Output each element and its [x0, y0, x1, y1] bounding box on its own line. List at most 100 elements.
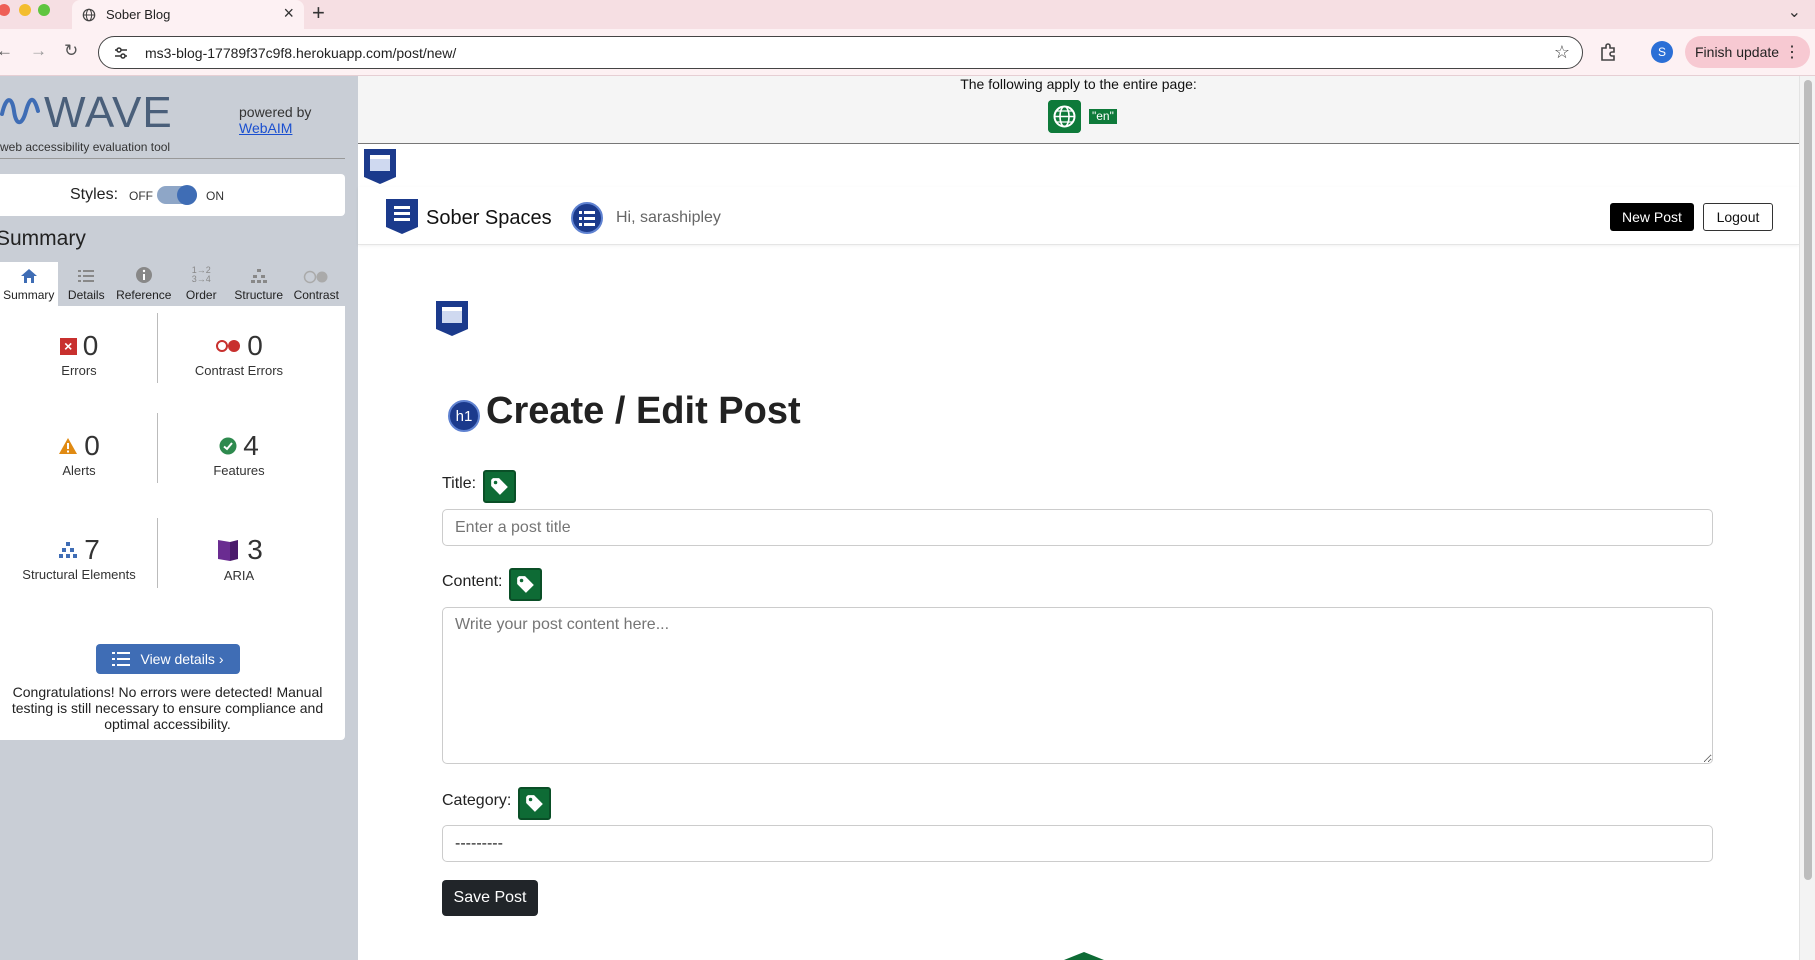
- label-tag-icon[interactable]: [509, 568, 542, 601]
- label-tag-icon[interactable]: [518, 787, 551, 820]
- summary-panel: × 0 Errors 0 Contrast Errors 0 Alerts 4: [0, 306, 345, 740]
- user-greeting: Hi, sarashipley: [616, 209, 721, 226]
- tab-title: Sober Blog: [106, 7, 171, 22]
- styles-label: Styles:: [70, 186, 119, 203]
- brand-link[interactable]: Sober Spaces: [426, 207, 552, 230]
- alerts-stat[interactable]: 0 Alerts: [0, 430, 158, 478]
- page-level-features: The following apply to the entire page: …: [358, 76, 1799, 144]
- order-icon: 1→2 3→4: [191, 265, 211, 284]
- url-text: ms3-blog-17789f37c9f8.herokuapp.com/post…: [145, 44, 457, 61]
- home-icon: [20, 269, 37, 283]
- aria-icon: [218, 540, 239, 561]
- page-scrollbar[interactable]: [1799, 76, 1815, 960]
- structure-icon: [250, 269, 267, 283]
- title-input[interactable]: [442, 509, 1713, 546]
- structure-icon: [59, 542, 78, 558]
- contrast-errors-count: 0: [247, 330, 263, 361]
- styles-toggle[interactable]: [157, 185, 197, 205]
- info-icon: [135, 267, 152, 283]
- tab-details[interactable]: Details: [58, 262, 116, 306]
- category-select[interactable]: ---------: [442, 825, 1713, 862]
- styles-off-label: OFF: [129, 189, 153, 203]
- chevron-down-icon[interactable]: ⌄: [1788, 2, 1801, 22]
- main-landmark-icon[interactable]: [434, 299, 470, 337]
- forward-icon[interactable]: →: [30, 41, 47, 61]
- language-tag: "en": [1089, 109, 1117, 124]
- navigation-icon[interactable]: [384, 197, 420, 235]
- finish-update-button[interactable]: Finish update ⋮: [1685, 36, 1810, 68]
- features-label: Features: [213, 463, 265, 478]
- label-tag-icon[interactable]: [483, 470, 516, 503]
- powered-by-text: powered by: [239, 104, 312, 120]
- browser-tab-bar: Sober Blog × + ⌄: [0, 0, 1815, 29]
- aria-landmark-icon[interactable]: [362, 147, 398, 185]
- list-structure-icon[interactable]: [570, 201, 604, 235]
- wave-logo-icon: [0, 97, 40, 125]
- divider: [157, 313, 158, 383]
- structural-count: 7: [84, 534, 100, 565]
- list-icon: [78, 270, 95, 282]
- aria-stat[interactable]: 3 ARIA: [160, 534, 318, 583]
- wave-tabs: Summary Details Reference 1→2 3→4 Order S…: [0, 262, 345, 306]
- contrast-errors-stat[interactable]: 0 Contrast Errors: [160, 330, 318, 378]
- language-globe-icon[interactable]: [1048, 100, 1081, 133]
- site-settings-icon[interactable]: [113, 45, 129, 61]
- new-post-button[interactable]: New Post: [1610, 203, 1694, 231]
- structural-stat[interactable]: 7 Structural Elements: [0, 534, 158, 582]
- back-icon[interactable]: ←: [0, 41, 13, 61]
- aria-label: ARIA: [223, 568, 255, 583]
- reload-icon[interactable]: ↻: [64, 41, 78, 61]
- save-post-button[interactable]: Save Post: [442, 880, 538, 916]
- profile-avatar[interactable]: S: [1651, 41, 1673, 63]
- errors-count: 0: [82, 330, 99, 361]
- tab-close-icon[interactable]: ×: [283, 3, 294, 24]
- new-tab-button[interactable]: +: [312, 0, 325, 26]
- window-minimize-button[interactable]: [19, 4, 31, 16]
- scrollbar-thumb[interactable]: [1804, 80, 1812, 880]
- tab-label: Reference: [116, 288, 172, 302]
- view-details-label: View details ›: [140, 651, 224, 667]
- page-content: The following apply to the entire page: …: [358, 76, 1799, 960]
- tab-contrast[interactable]: Contrast: [288, 262, 346, 306]
- powered-by: powered by WebAIM: [239, 104, 311, 136]
- bookmark-star-icon[interactable]: ☆: [1554, 42, 1570, 63]
- footer-landmark-icon[interactable]: [1064, 952, 1104, 960]
- category-label: Category:: [442, 792, 512, 809]
- apply-text: The following apply to the entire page:: [960, 76, 1197, 92]
- tab-label: Order: [185, 288, 217, 302]
- styles-toggle-panel: Styles: OFF ON: [0, 174, 345, 216]
- structural-label: Structural Elements: [22, 567, 136, 582]
- errors-label: Errors: [61, 363, 97, 378]
- window-close-button[interactable]: [0, 4, 10, 16]
- extensions-icon[interactable]: [1598, 42, 1618, 62]
- category-selected-value: ---------: [455, 834, 503, 852]
- logout-button[interactable]: Logout: [1703, 203, 1773, 231]
- tab-label: Structure: [234, 288, 284, 302]
- tab-order[interactable]: 1→2 3→4 Order: [173, 262, 231, 306]
- finish-update-label: Finish update: [1695, 44, 1780, 60]
- wave-title: WAVE: [44, 88, 173, 137]
- styles-on-label: ON: [206, 189, 224, 203]
- wave-subtitle: web accessibility evaluation tool: [0, 140, 171, 154]
- browser-tab[interactable]: Sober Blog ×: [72, 0, 304, 29]
- browser-toolbar: ← → ↻ ms3-blog-17789f37c9f8.herokuapp.co…: [0, 29, 1815, 76]
- errors-stat[interactable]: × 0 Errors: [0, 330, 158, 378]
- view-details-button[interactable]: View details ›: [96, 644, 240, 674]
- features-count: 4: [243, 430, 259, 461]
- contrast-error-icon: [216, 340, 241, 352]
- features-stat[interactable]: 4 Features: [160, 430, 318, 478]
- alert-icon: [59, 438, 78, 454]
- webaim-link[interactable]: WebAIM: [239, 120, 292, 136]
- address-bar[interactable]: ms3-blog-17789f37c9f8.herokuapp.com/post…: [98, 36, 1583, 69]
- more-menu-icon[interactable]: ⋮: [1784, 42, 1800, 62]
- window-maximize-button[interactable]: [38, 4, 50, 16]
- divider: [0, 158, 345, 159]
- divider: [157, 518, 158, 588]
- h1-badge-icon[interactable]: h1: [448, 400, 480, 432]
- error-icon: ×: [59, 337, 77, 355]
- tab-reference[interactable]: Reference: [115, 262, 173, 306]
- tab-structure[interactable]: Structure: [230, 262, 288, 306]
- content-textarea[interactable]: [442, 607, 1713, 764]
- site-navbar: Sober Spaces Hi, sarashipley New Post Lo…: [358, 187, 1799, 245]
- tab-summary[interactable]: Summary: [0, 262, 58, 306]
